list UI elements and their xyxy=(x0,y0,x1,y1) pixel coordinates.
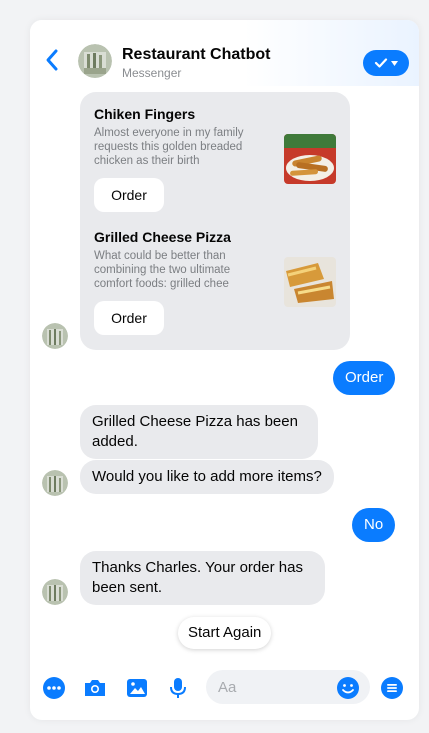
checkmark-icon xyxy=(374,58,388,68)
chicken-fingers-photo xyxy=(284,134,336,184)
bot-avatar xyxy=(42,323,68,349)
menu-item: Grilled Cheese Pizza What could be bette… xyxy=(94,229,339,335)
chat-title: Restaurant Chatbot xyxy=(122,46,271,63)
order-button[interactable]: Order xyxy=(94,301,164,335)
bot-message-bubble: Would you like to add more items? xyxy=(80,460,334,494)
user-message-bubble: Order xyxy=(333,361,396,395)
user-message-bubble: No xyxy=(352,508,396,542)
menu-item-title: Chiken Fingers xyxy=(94,106,196,122)
menu-item-description: What could be better than combining the … xyxy=(94,250,231,290)
microphone-icon[interactable] xyxy=(166,676,190,700)
grilled-cheese-pizza-photo xyxy=(284,257,336,307)
menu-item-description: Almost everyone in my family requests th… xyxy=(94,127,244,167)
messenger-window: Restaurant Chatbot Messenger Chiken Fing… xyxy=(30,20,419,720)
chat-subtitle: Messenger xyxy=(122,66,182,80)
start-again-quick-reply[interactable]: Start Again xyxy=(178,617,272,649)
bot-message-bubble: Thanks Charles. Your order has been sent… xyxy=(80,551,325,605)
chatbot-avatar[interactable] xyxy=(78,44,112,78)
message-composer xyxy=(30,668,419,708)
image-icon[interactable] xyxy=(125,676,149,700)
emoji-icon[interactable] xyxy=(336,676,360,700)
menu-carousel-card: Chiken Fingers Almost everyone in my fam… xyxy=(80,92,350,350)
camera-icon[interactable] xyxy=(83,676,107,700)
chevron-down-icon xyxy=(391,60,398,66)
bot-avatar xyxy=(42,470,68,496)
back-arrow-icon[interactable] xyxy=(44,48,60,72)
done-button[interactable] xyxy=(363,50,409,76)
chat-header: Restaurant Chatbot Messenger xyxy=(30,20,419,86)
menu-item-title: Grilled Cheese Pizza xyxy=(94,229,231,245)
order-button[interactable]: Order xyxy=(94,178,164,212)
more-icon[interactable] xyxy=(42,676,66,700)
menu-item: Chiken Fingers Almost everyone in my fam… xyxy=(94,106,339,212)
menu-icon[interactable] xyxy=(380,676,404,700)
bot-avatar xyxy=(42,579,68,605)
bot-message-bubble: Grilled Cheese Pizza has been added. xyxy=(80,405,318,459)
